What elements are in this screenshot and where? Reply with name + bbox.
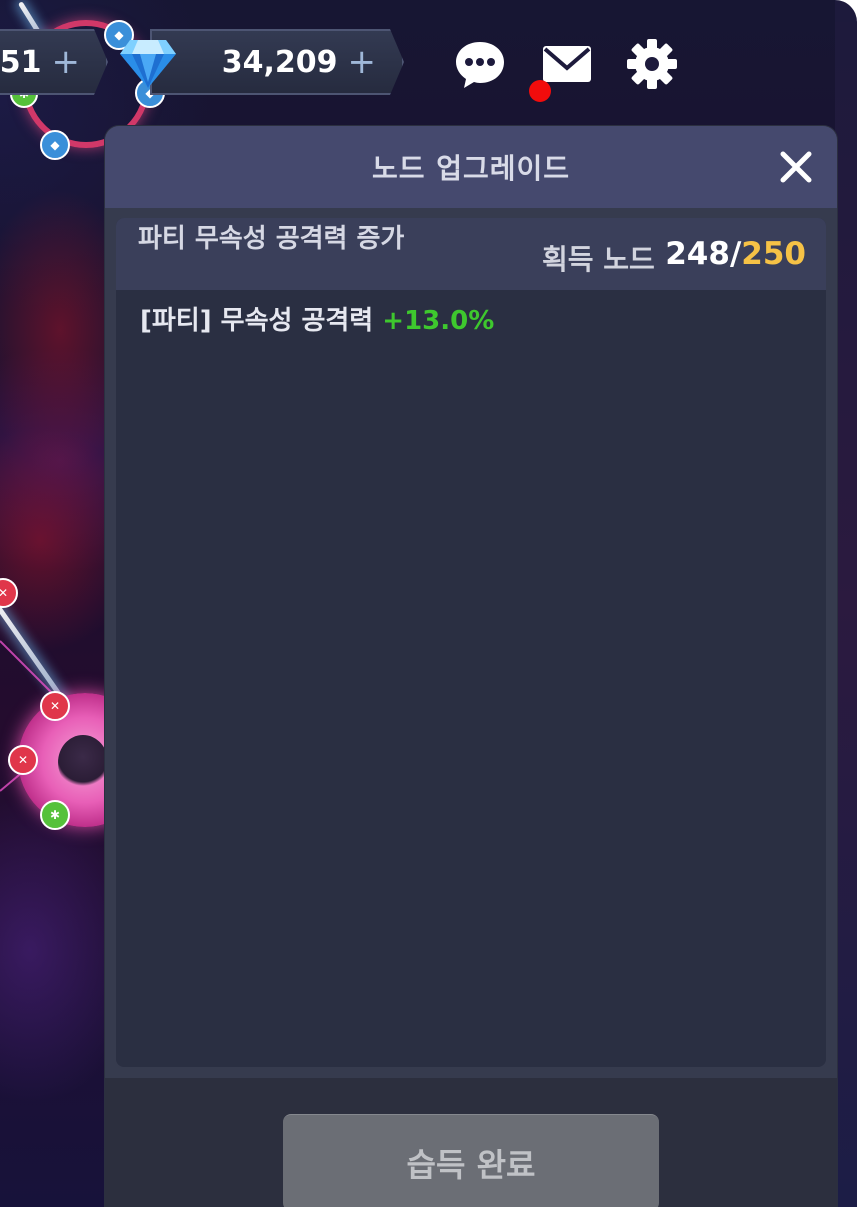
panel-title: 노드 업그레이드 — [371, 152, 571, 185]
acquired-node-label: 획득 노드 — [542, 243, 655, 276]
node-detail-header: 파티 무속성 공격력 증가 획득 노드 248/250 — [116, 218, 826, 290]
sword-node-icon[interactable]: ✕ — [8, 745, 38, 775]
gem-counter[interactable]: 34,209 + — [150, 29, 404, 95]
background-right-strip — [835, 0, 857, 1207]
node-current: 248 — [665, 236, 730, 272]
close-icon[interactable] — [777, 148, 815, 186]
screen-corner — [835, 0, 857, 22]
character-avatar — [58, 735, 108, 790]
sword-node-icon[interactable]: ✕ — [40, 691, 70, 721]
gear-icon[interactable] — [626, 38, 678, 90]
resource-counter[interactable]: 751 + — [0, 29, 108, 95]
panel-header: 노드 업그레이드 — [105, 126, 837, 208]
effect-description: [파티] 무속성 공격력 +13.0% — [140, 300, 494, 337]
node-max: 250 — [741, 236, 806, 272]
mail-notification-badge — [529, 80, 551, 102]
resource-value: 751 — [0, 44, 42, 80]
gem-plus-button[interactable]: + — [348, 42, 377, 82]
skill-name: 파티 무속성 공격력 증가 — [138, 224, 405, 254]
gem-value: 34,209 — [221, 44, 338, 80]
node-separator: / — [729, 236, 742, 272]
acquired-node-count: 248/250 — [665, 236, 806, 272]
mail-icon[interactable] — [541, 38, 593, 90]
resource-plus-button[interactable]: + — [52, 42, 81, 82]
panel-footer: 습득 완료 — [105, 1078, 837, 1207]
gem-icon — [120, 40, 176, 88]
effect-value: +13.0% — [382, 306, 495, 336]
shield-node-icon[interactable]: ◆ — [40, 130, 70, 160]
effect-text: [파티] 무속성 공격력 — [140, 306, 374, 336]
node-detail-box: 파티 무속성 공격력 증가 획득 노드 248/250 [파티] 무속성 공격력… — [116, 218, 826, 1067]
learn-complete-button[interactable]: 습득 완료 — [283, 1114, 659, 1207]
chat-icon[interactable] — [454, 38, 506, 90]
runner-node-icon[interactable]: ✱ — [40, 800, 70, 830]
node-upgrade-panel: 노드 업그레이드 파티 무속성 공격력 증가 획득 노드 248/250 [파티… — [105, 126, 837, 1207]
